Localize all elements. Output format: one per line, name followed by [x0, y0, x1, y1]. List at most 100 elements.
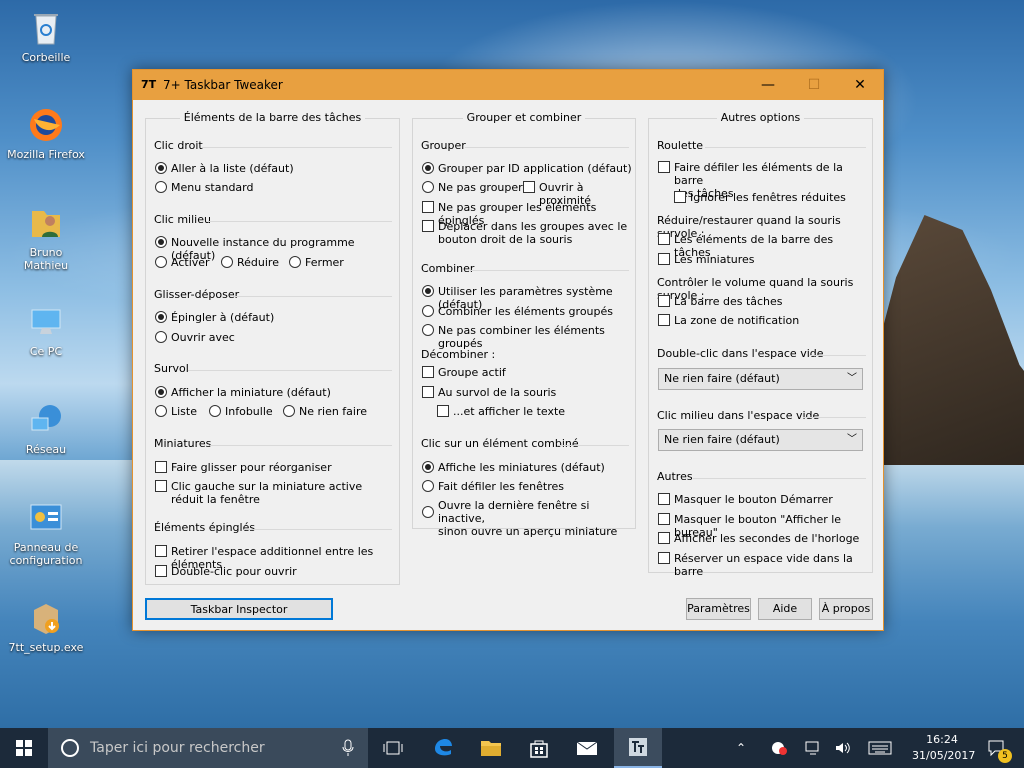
task-view-button[interactable] [370, 728, 416, 768]
checkbox-barre-taches[interactable]: La barre des tâches [658, 295, 783, 308]
radio-fermer[interactable]: Fermer [289, 256, 344, 269]
desktop-icon-network[interactable]: Réseau [6, 402, 86, 456]
divider [471, 270, 629, 271]
windows-taskbar: Taper ici pour rechercher ⌃ 16:24 31/05/… [0, 728, 1024, 768]
section-label: Clic sur un élément combiné [421, 437, 579, 450]
radio-ne-pas-combiner[interactable]: Ne pas combiner les éléments groupés [422, 324, 635, 350]
double-clic-dropdown[interactable]: Ne rien faire (défaut) ﹀ [658, 368, 863, 390]
taskbar-inspector-button[interactable]: Taskbar Inspector [145, 598, 333, 620]
checkbox-zone-notification[interactable]: La zone de notification [658, 314, 799, 327]
checkbox-masquer-demarrer[interactable]: Masquer le bouton Démarrer [658, 493, 833, 506]
user-folder-icon [32, 211, 60, 237]
desktop-icon-installer[interactable]: 7tt_setup.exe [6, 600, 86, 654]
desktop-icon-label: 7tt_setup.exe [8, 641, 84, 654]
desktop-icon-label: Corbeille [21, 51, 71, 64]
a-propos-button[interactable]: À propos [819, 598, 873, 620]
divider [188, 370, 392, 371]
radio-liste[interactable]: Liste [155, 405, 197, 418]
search-box[interactable]: Taper ici pour rechercher [48, 728, 368, 768]
checkbox-clic-gauche-miniature[interactable]: Clic gauche sur la miniature active rédui… [155, 480, 362, 506]
desktop-icon-user-folder[interactable]: Bruno Mathieu [6, 205, 86, 272]
desktop-icon-control-panel[interactable]: Panneau de configuration [6, 500, 86, 567]
clic-milieu-dropdown[interactable]: Ne rien faire (défaut) ﹀ [658, 429, 863, 451]
control-panel-icon [30, 504, 62, 530]
show-hidden-icons[interactable]: ⌃ [736, 728, 756, 768]
checkbox-reserver-espace[interactable]: Réserver un espace vide dans la barre [658, 552, 872, 578]
aide-button[interactable]: Aide [758, 598, 812, 620]
title-bar[interactable]: 7T 7+ Taskbar Tweaker — ☐ ✕ [133, 70, 883, 100]
radio-aller-liste[interactable]: Aller à la liste (défaut) [155, 162, 294, 175]
desktop-icon-label: Réseau [25, 443, 67, 456]
network-tray-icon [805, 741, 819, 755]
radio-infobulle[interactable]: Infobulle [209, 405, 273, 418]
speaker-icon [836, 742, 850, 754]
radio-ouvre-derniere[interactable]: Ouvre la dernière fenêtre si inactive, si… [422, 499, 635, 538]
edge-taskbar-button[interactable] [420, 728, 466, 768]
section-label: Clic milieu dans l'espace vide [657, 409, 820, 422]
divider [557, 445, 629, 446]
radio-epingler[interactable]: Épingler à (défaut) [155, 311, 274, 324]
search-placeholder: Taper ici pour rechercher [90, 740, 265, 756]
network-tray[interactable] [804, 728, 822, 768]
section-label: Décombiner : [421, 348, 496, 361]
divider [809, 355, 866, 356]
desktop-icon-label: Ce PC [29, 345, 63, 358]
edge-icon [435, 739, 452, 756]
keyboard-tray[interactable] [868, 728, 892, 768]
divider [202, 147, 392, 148]
radio-combiner-groupes[interactable]: Combiner les éléments groupés [422, 305, 613, 318]
desktop-icon-label: Mozilla Firefox [7, 148, 85, 161]
radio-reduire[interactable]: Réduire [221, 256, 279, 269]
volume-tray[interactable] [834, 728, 852, 768]
checkbox-secondes-horloge[interactable]: Afficher les secondes de l'horloge [658, 532, 859, 545]
notification-count-badge: 5 [998, 749, 1012, 763]
taskbar-tweaker-taskbar-button[interactable] [614, 728, 662, 768]
section-label: Double-clic dans l'espace vide [657, 347, 824, 360]
desktop-icon-this-pc[interactable]: Ce PC [6, 304, 86, 358]
clock[interactable]: 16:24 31/05/2017 [912, 732, 975, 764]
maximize-button[interactable]: ☐ [791, 70, 837, 100]
radio-ouvrir-avec[interactable]: Ouvrir avec [155, 331, 235, 344]
section-label: Clic milieu [154, 213, 211, 226]
radio-ne-rien-faire[interactable]: Ne rien faire [283, 405, 367, 418]
taskbar-tweaker-icon [629, 738, 647, 756]
store-button[interactable] [516, 728, 562, 768]
section-label: Éléments épinglés [154, 521, 256, 534]
radio-fait-defiler[interactable]: Fait défiler les fenêtres [422, 480, 564, 493]
tray-app-icon[interactable] [770, 728, 788, 768]
start-button[interactable] [0, 728, 48, 768]
radio-afficher-miniature[interactable]: Afficher la miniature (défaut) [155, 386, 331, 399]
section-label: Grouper [421, 139, 466, 152]
firefox-icon [30, 109, 62, 141]
app-icon: 7T [141, 78, 157, 91]
parametres-button[interactable]: Paramètres [686, 598, 751, 620]
windows-logo-icon [16, 740, 32, 756]
action-center-button[interactable]: 5 [982, 728, 1012, 768]
radio-ne-pas-grouper[interactable]: Ne pas grouper [422, 181, 523, 194]
checkbox-double-clic-ouvrir[interactable]: Double-clic pour ouvrir [155, 565, 297, 578]
group-title: Éléments de la barre des tâches [179, 111, 366, 124]
microphone-icon[interactable] [342, 739, 354, 757]
checkbox-deplacer-groupes[interactable]: Déplacer dans les groupes avec le bouton … [422, 220, 627, 246]
desktop-icon-recycle-bin[interactable]: Corbeille [6, 10, 86, 64]
computer-icon [31, 309, 61, 334]
group-combine-group: Grouper et combiner Grouper Grouper par … [412, 111, 636, 538]
checkbox-les-miniatures[interactable]: Les miniatures [658, 253, 755, 266]
store-icon [530, 740, 548, 758]
checkbox-ignorer-reduites[interactable]: Ignorer les fenêtres réduites [674, 191, 846, 204]
radio-activer[interactable]: Activer [155, 256, 210, 269]
checkbox-afficher-texte[interactable]: ...et afficher le texte [437, 405, 565, 418]
other-options-group: Autres options Roulette Faire défiler le… [648, 111, 873, 578]
radio-menu-standard[interactable]: Menu standard [155, 181, 254, 194]
checkbox-glisser-reorganiser[interactable]: Faire glisser pour réorganiser [155, 461, 332, 474]
radio-affiche-miniatures[interactable]: Affiche les miniatures (défaut) [422, 461, 605, 474]
radio-grouper-id[interactable]: Grouper par ID application (défaut) [422, 162, 632, 175]
checkbox-groupe-actif[interactable]: Groupe actif [422, 366, 506, 379]
divider [210, 445, 392, 446]
file-explorer-button[interactable] [468, 728, 514, 768]
minimize-button[interactable]: — [745, 70, 791, 100]
checkbox-survol-souris[interactable]: Au survol de la souris [422, 386, 556, 399]
mail-button[interactable] [564, 728, 610, 768]
close-button[interactable]: ✕ [837, 70, 883, 100]
desktop-icon-firefox[interactable]: Mozilla Firefox [6, 107, 86, 161]
